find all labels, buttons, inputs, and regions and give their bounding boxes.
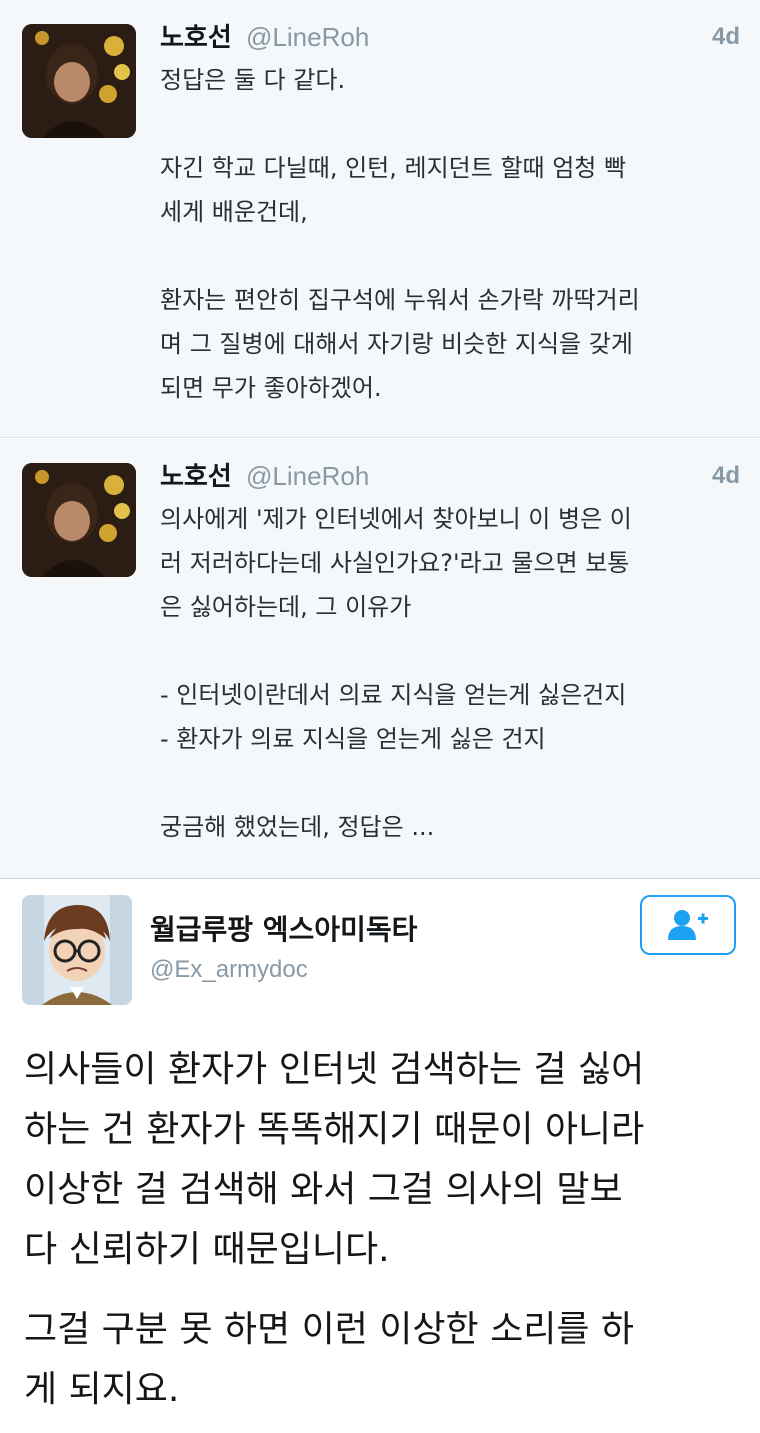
tweet-line: 며 그 질병에 대해서 자기랑 비슷한 지식을 갖게 [160,330,633,358]
tweet-line: 정답은 둘 다 같다. [160,66,346,94]
user-handle[interactable]: @LineRoh [246,22,369,52]
follow-button[interactable] [640,895,736,955]
user-handle[interactable]: @Ex_armydoc [150,952,308,988]
reply-line: 다 신뢰하기 때문입니다. [24,1229,390,1270]
timestamp[interactable]: 4d [712,457,740,495]
user-name[interactable]: 노호선 [160,23,232,53]
tweet-text: 정답은 둘 다 같다. 자긴 학교 다닐때, 인턴, 레지던트 할때 엄청 빡 … [160,58,742,410]
reply-line: 이상한 걸 검색해 와서 그걸 의사의 말보 [24,1169,623,1210]
tweet-line: 의사에게 '제가 인터넷에서 찾아보니 이 병은 이 [160,505,632,533]
tweet-line: 자긴 학교 다닐때, 인턴, 레지던트 할때 엄청 빡 [160,154,627,182]
reply-line: 게 되지요. [24,1369,180,1410]
tweet-line: 궁금해 했었는데, 정답은 ... [160,813,435,841]
reply-line: 그걸 구분 못 하면 이런 이상한 소리를 하 [24,1309,635,1350]
reply-text: 의사들이 환자가 인터넷 검색하는 걸 싫어 하는 건 환자가 똑똑해지기 때문… [24,1040,740,1420]
follow-user-icon [668,910,708,940]
profile-photo-icon [22,24,136,138]
cartoon-avatar-icon [22,895,132,1005]
tweet-2[interactable]: 노호선 @LineRoh 4d 의사에게 '제가 인터넷에서 찾아보니 이 병은… [0,439,760,879]
tweet-text: 의사에게 '제가 인터넷에서 찾아보니 이 병은 이 러 저러하다는데 사실인가… [160,497,742,849]
profile-photo-icon [22,463,136,577]
tweet-line: - 인터넷이란데서 의료 지식을 얻는게 싫은건지 [160,681,627,709]
user-name[interactable]: 노호선 [160,462,232,492]
user-handle[interactable]: @LineRoh [246,461,369,491]
tweet-line: - 환자가 의료 지식을 얻는게 싫은 건지 [160,725,546,753]
avatar[interactable] [22,463,136,577]
avatar[interactable] [22,895,132,1005]
tweet-line: 은 싫어하는데, 그 이유가 [160,593,412,621]
tweet-line: 러 저러하다는데 사실인가요?'라고 물으면 보통 [160,549,630,577]
tweet-line: 환자는 편안히 집구석에 누워서 손가락 까딱거리 [160,286,640,314]
user-name[interactable]: 월급루팡 엑스아미독타 [150,910,417,950]
tweet-line: 되면 무가 좋아하겠어. [160,374,382,402]
reply-line: 의사들이 환자가 인터넷 검색하는 걸 싫어 [24,1049,645,1090]
reply-line: 하는 건 환자가 똑똑해지기 때문이 아니라 [24,1109,645,1150]
timestamp[interactable]: 4d [712,18,740,56]
tweet-1[interactable]: 노호선 @LineRoh 4d 정답은 둘 다 같다. 자긴 학교 다닐때, 인… [0,0,760,438]
avatar[interactable] [22,24,136,138]
tweet-line: 세게 배운건데, [160,198,308,226]
